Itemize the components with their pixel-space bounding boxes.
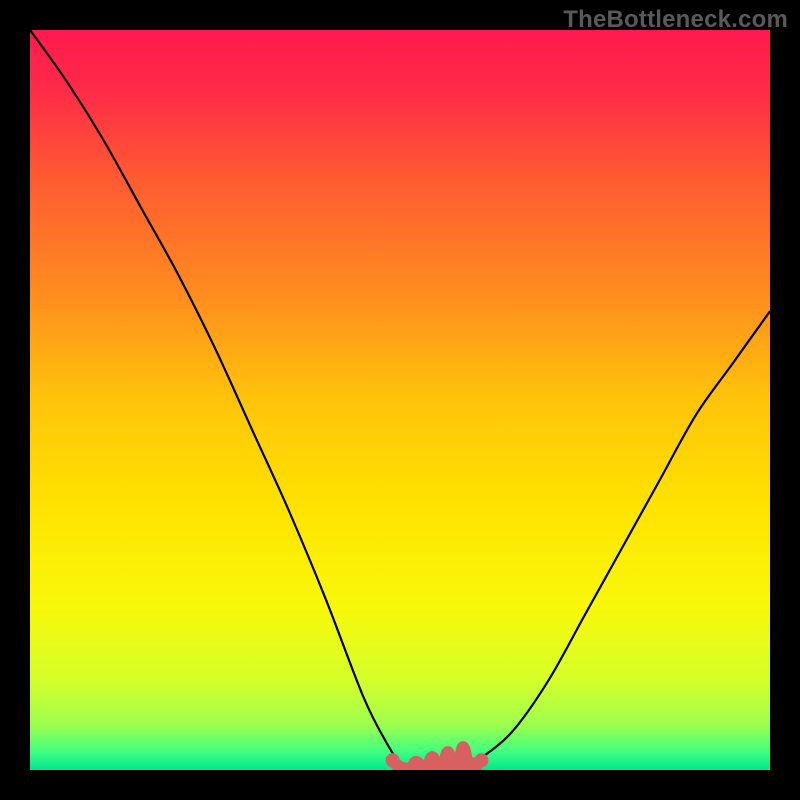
optimal-zone-band xyxy=(30,30,770,770)
bottleneck-chart-canvas: TheBottleneck.com xyxy=(0,0,800,800)
plot-area xyxy=(30,30,770,770)
watermark-text: TheBottleneck.com xyxy=(563,6,788,34)
